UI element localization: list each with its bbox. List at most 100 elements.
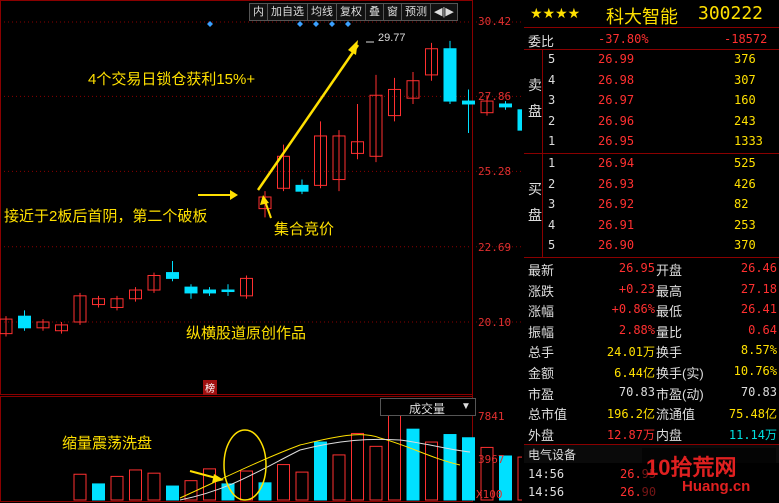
sell-price: 26.97 xyxy=(598,93,635,108)
candle-body xyxy=(295,184,309,192)
volume-bar xyxy=(258,482,272,501)
candle-body xyxy=(443,48,457,102)
sell-price: 26.96 xyxy=(598,113,635,128)
quote-value: 70.83 xyxy=(618,384,655,399)
candle-body xyxy=(184,286,198,294)
buy-book: 买盘 1 26.94 525 2 26.93 426 3 26.92 82 4 26.91 253 5 2… xyxy=(524,154,779,257)
order-ratio-label: 委比 xyxy=(528,34,555,49)
buy-row[interactable]: 5 26.90 370 xyxy=(524,236,779,256)
board-annotation: 接近于2板后首阴，第二个破板 xyxy=(4,208,208,225)
sell-row[interactable]: 2 26.96 243 xyxy=(524,112,779,132)
brand-watermark: 10拾荒网 Huang.cn xyxy=(642,448,776,500)
quote-label: 涨幅 xyxy=(528,304,555,320)
buy-level: 4 xyxy=(548,217,556,232)
sell-row[interactable]: 3 26.97 160 xyxy=(524,91,779,111)
quote-row: 市盈 70.83 市盈(动) 70.83 xyxy=(524,383,779,403)
toolbar-inner-button[interactable]: 内 xyxy=(249,3,268,21)
quote-value: +0.86% xyxy=(611,302,655,317)
price-tick: 30.42 xyxy=(478,15,512,28)
rank-badge[interactable]: 榜 xyxy=(203,380,217,395)
event-marker-icon xyxy=(345,21,351,27)
candle-body xyxy=(462,100,475,105)
stock-window: 内 加自选 均线 复权 叠 窗 预测 ◀|▶ 30.42 27.86 25.28… xyxy=(0,0,779,502)
tick-time: 14:56 xyxy=(528,467,565,481)
quote-value: 24.01万 xyxy=(606,345,655,360)
quote-label: 市盈 xyxy=(528,386,555,402)
buy-level: 1 xyxy=(548,156,556,170)
buy-price: 26.94 xyxy=(598,156,635,170)
toolbar-add-watchlist-button[interactable]: 加自选 xyxy=(268,3,308,21)
sell-volume: 1333 xyxy=(734,134,763,149)
tick-time: 14:56 xyxy=(528,485,565,499)
order-ratio-value: -37.80% xyxy=(598,32,649,46)
sell-row[interactable]: 5 26.99 376 xyxy=(524,50,779,70)
buy-row[interactable]: 4 26.91 253 xyxy=(524,216,779,236)
highlight-ellipse xyxy=(223,429,267,501)
volume-bar xyxy=(92,483,105,501)
peak-price-label: 29.77 xyxy=(378,32,406,44)
auction-annotation: 集合竞价 xyxy=(274,221,335,238)
event-marker-icon xyxy=(313,21,319,27)
sell-level: 5 xyxy=(548,52,556,66)
toolbar-window-button[interactable]: 窗 xyxy=(384,3,402,21)
quote-row: 振幅 2.88% 量比 0.64 xyxy=(524,321,779,341)
volume-bar xyxy=(277,464,290,501)
volume-indicator-selector[interactable]: 成交量 ▼ xyxy=(380,398,476,416)
quote-value: 12.87万 xyxy=(606,427,655,442)
stock-name: 科大智能 xyxy=(606,7,678,27)
price-tick: 22.69 xyxy=(478,241,512,254)
volume-tick: 3967 xyxy=(478,453,505,466)
volume-bar xyxy=(406,428,420,501)
buy-level: 2 xyxy=(548,176,556,191)
order-diff-value: -18572 xyxy=(724,32,768,46)
quote-value: 11.14万 xyxy=(728,427,777,442)
quote-row: 金额 6.44亿 换手(实) 10.76% xyxy=(524,362,779,382)
price-tick: 25.28 xyxy=(478,165,512,178)
chevron-down-icon: ▼ xyxy=(461,401,471,412)
sell-level: 3 xyxy=(548,93,556,108)
chart-toolbar: 内 加自选 均线 复权 叠 窗 预测 ◀|▶ xyxy=(249,3,458,21)
toolbar-overlay-button[interactable]: 叠 xyxy=(366,3,384,21)
quote-row: 总手 24.01万 换手 8.57% xyxy=(524,341,779,361)
sell-level: 2 xyxy=(548,113,556,128)
sell-row[interactable]: 4 26.98 307 xyxy=(524,71,779,91)
volume-tab-label: 成交量 xyxy=(409,402,446,416)
quote-value: 75.48亿 xyxy=(728,407,777,422)
kline-svg xyxy=(0,0,522,502)
volume-bar xyxy=(147,472,161,501)
sell-price: 26.99 xyxy=(598,52,635,66)
buy-price: 26.90 xyxy=(598,238,635,253)
candle-body xyxy=(18,315,31,329)
kline-chart-area[interactable]: 内 加自选 均线 复权 叠 窗 预测 ◀|▶ 30.42 27.86 25.28… xyxy=(0,0,522,502)
price-tick: 27.86 xyxy=(478,90,512,103)
buy-row[interactable]: 2 26.93 426 xyxy=(524,175,779,195)
volume-bar xyxy=(314,441,327,501)
buy-row[interactable]: 3 26.92 82 xyxy=(524,195,779,215)
quote-value: 10.76% xyxy=(733,364,777,378)
toolbar-forecast-button[interactable]: 预测 xyxy=(402,3,431,21)
buy-price: 26.91 xyxy=(598,217,635,232)
order-ratio-row: 委比 -37.80% -18572 xyxy=(524,30,779,50)
quote-value: 70.83 xyxy=(740,384,777,399)
toolbar-ma-button[interactable]: 均线 xyxy=(308,3,337,21)
sector-label: 电气设备 xyxy=(528,448,577,462)
candle-body xyxy=(221,289,235,293)
sell-row[interactable]: 1 26.95 1333 xyxy=(524,132,779,152)
quote-value: 8.57% xyxy=(740,343,777,358)
toolbar-adjust-button[interactable]: 复权 xyxy=(337,3,366,21)
quote-label: 总手 xyxy=(528,345,555,361)
volume-annotation: 缩量震荡洗盘 xyxy=(62,435,153,452)
quote-label: 内盘 xyxy=(656,427,683,443)
volume-bar xyxy=(110,475,124,501)
quote-value: +0.23 xyxy=(618,281,655,296)
sell-price: 26.95 xyxy=(598,134,635,149)
volume-bar xyxy=(73,473,87,501)
sell-level: 4 xyxy=(548,72,556,87)
watermark-text: 纵横股道原创作品 xyxy=(186,325,307,342)
quote-value: 196.2亿 xyxy=(606,407,655,422)
quote-panel: ★★★★ 科大智能 300222 委比 -37.80% -18572 卖盘 52… xyxy=(524,0,779,502)
quote-label: 市盈(动) xyxy=(656,386,704,402)
toolbar-scroll-button[interactable]: ◀|▶ xyxy=(431,3,458,21)
quote-row: 最新 26.95 开盘 26.46 xyxy=(524,259,779,279)
buy-row[interactable]: 1 26.94 525 xyxy=(524,154,779,174)
